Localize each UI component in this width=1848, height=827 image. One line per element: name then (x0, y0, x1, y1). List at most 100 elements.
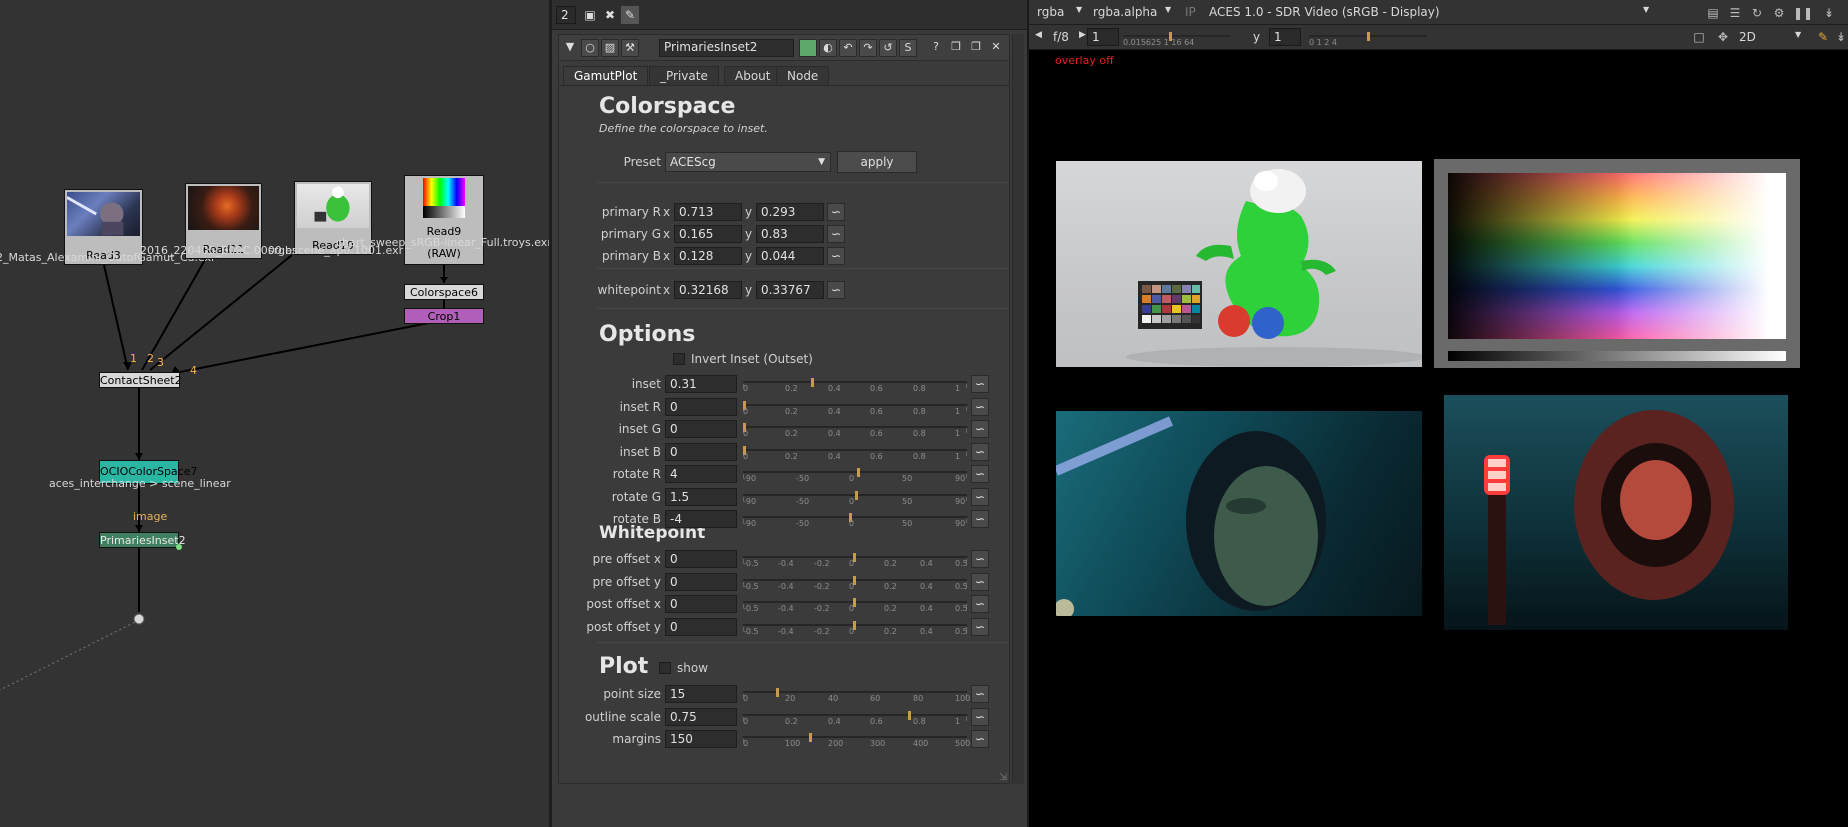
param-slider[interactable]: 0 100 200 300 400 500 (743, 730, 970, 748)
animation-curve-icon[interactable]: ∽ (827, 247, 845, 265)
node-graph[interactable]: Read3 2_Matas_Alexamini_OutofGamut_Ca.ex… (0, 0, 549, 827)
float-icon[interactable]: ❒ (947, 39, 965, 57)
next-fstop-icon[interactable]: ▶ (1079, 30, 1086, 40)
region-icon[interactable]: □ (1691, 29, 1707, 45)
gamma-field[interactable]: 1 (1269, 28, 1301, 46)
animation-curve-icon[interactable]: ∽ (827, 203, 845, 221)
param-slider[interactable]: -90 -50 0 50 90 (743, 510, 967, 528)
param-slider[interactable]: 0 0.2 0.4 0.6 0.8 1 (743, 398, 967, 416)
maximize-icon[interactable]: ❐ (967, 39, 985, 57)
pencil-icon[interactable]: ✎ (621, 6, 639, 24)
param-value-field[interactable]: 0 (665, 420, 737, 438)
whitepoint-x-field[interactable]: 0.32168 (674, 281, 742, 299)
list-icon[interactable]: ☰ (1727, 5, 1743, 21)
primaries-inset-node[interactable]: PrimariesInset2 (99, 532, 186, 548)
param-value-field[interactable]: 0 (665, 595, 737, 613)
param-value-field[interactable]: 0.75 (665, 707, 737, 726)
expand-icon[interactable]: ↡ (1821, 5, 1837, 21)
slider-handle[interactable] (811, 378, 814, 387)
color-icon[interactable]: ◐ (819, 39, 837, 57)
read-node-read9[interactable]: Read9 (RAW) (404, 175, 484, 265)
primary-y-field[interactable]: 0.044 (756, 247, 824, 265)
param-slider[interactable]: 0 0.2 0.4 0.6 0.8 1 (743, 420, 967, 438)
settings-icon[interactable]: ⚙ (1771, 5, 1787, 21)
gain-slider[interactable]: 0.015625 1 16 64 (1123, 29, 1231, 47)
view-mode-dropdown[interactable]: 2D (1739, 30, 1756, 44)
prev-fstop-icon[interactable]: ◀ (1035, 30, 1042, 40)
animation-curve-icon[interactable]: ∽ (971, 375, 989, 393)
input-process-toggle[interactable]: IP (1185, 5, 1196, 19)
show-plot-checkbox[interactable] (659, 662, 671, 674)
node-color-icon[interactable] (799, 39, 817, 57)
animation-curve-icon[interactable]: ∽ (971, 465, 989, 483)
primary-x-field[interactable]: 0.128 (674, 247, 742, 265)
refresh-icon[interactable]: ↻ (1749, 5, 1765, 21)
alpha-channel-dropdown[interactable]: rgba.alpha (1093, 5, 1157, 19)
invert-inset-checkbox[interactable] (673, 353, 685, 365)
crop-node[interactable]: Crop1 (404, 308, 484, 324)
param-slider[interactable]: -90 -50 0 50 90 (743, 465, 967, 483)
slider-handle[interactable] (776, 688, 779, 697)
tab-gamutplot[interactable]: GamutPlot (563, 66, 649, 86)
animation-curve-icon[interactable]: ∽ (971, 397, 989, 416)
node-name-input[interactable]: PrimariesInset2 (659, 39, 794, 57)
primary-y-field[interactable]: 0.293 (756, 203, 824, 221)
channels-dropdown[interactable]: rgba (1037, 5, 1064, 19)
param-value-field[interactable]: 4 (665, 465, 737, 483)
param-slider[interactable]: 0 0.2 0.4 0.6 0.8 1 (743, 443, 967, 461)
help-icon[interactable]: ? (927, 39, 945, 57)
whitepoint-y-field[interactable]: 0.33767 (756, 281, 824, 299)
collapse-icon[interactable]: ▼ (561, 39, 579, 57)
tab-private[interactable]: _Private (649, 66, 719, 86)
tab-node[interactable]: Node (776, 66, 830, 86)
revert-icon[interactable]: ↺ (879, 39, 897, 57)
primary-x-field[interactable]: 0.165 (674, 225, 742, 243)
apply-button[interactable]: apply (837, 151, 917, 173)
gain-field[interactable]: 1 (1087, 28, 1119, 46)
clear-panels-icon[interactable]: ✖ (601, 6, 619, 24)
colorspace-node[interactable]: Colorspace6 (404, 284, 484, 300)
redo-icon[interactable]: ↷ (859, 39, 877, 57)
param-value-field[interactable]: 0.31 (665, 375, 737, 393)
animation-curve-icon[interactable]: ∽ (827, 225, 845, 243)
panel-scrollbar[interactable] (1012, 34, 1024, 784)
primary-x-field[interactable]: 0.713 (674, 203, 742, 221)
animation-curve-icon[interactable]: ∽ (971, 730, 989, 748)
slider-handle[interactable] (908, 710, 911, 720)
param-slider[interactable]: 0 0.2 0.4 0.6 0.8 1 (743, 375, 967, 393)
param-slider[interactable]: -0.5 -0.4 -0.2 0 0.2 0.4 0.5 (743, 595, 968, 613)
param-value-field[interactable]: 0 (665, 442, 737, 461)
animation-curve-icon[interactable]: ∽ (971, 685, 989, 703)
param-value-field[interactable]: 0 (665, 572, 737, 591)
tab-about[interactable]: About (724, 66, 782, 86)
param-value-field[interactable]: 15 (665, 685, 737, 703)
animation-curve-icon[interactable]: ∽ (971, 420, 989, 438)
animation-curve-icon[interactable]: ∽ (971, 572, 989, 591)
param-value-field[interactable]: 1.5 (665, 487, 737, 506)
script-icon[interactable]: S (899, 39, 917, 57)
animation-curve-icon[interactable]: ∽ (971, 550, 989, 568)
resize-grip-icon[interactable]: ⇲ (999, 773, 1009, 783)
animation-curve-icon[interactable]: ∽ (971, 707, 989, 726)
paint-icon[interactable]: ✎ (1815, 29, 1831, 45)
param-slider[interactable]: -0.5 -0.4 -0.2 0 0.2 0.4 0.5 (743, 550, 968, 568)
slider-handle[interactable] (809, 733, 812, 742)
param-slider[interactable]: 0 0.2 0.4 0.6 0.8 1 (743, 708, 967, 726)
animation-curve-icon[interactable]: ∽ (971, 510, 989, 528)
close-icon[interactable]: ✕ (987, 39, 1005, 57)
expand-icon[interactable]: ↡ (1833, 29, 1848, 45)
animation-curve-icon[interactable]: ∽ (971, 442, 989, 461)
param-slider[interactable]: -90 -50 0 50 90 (743, 488, 967, 506)
animation-curve-icon[interactable]: ∽ (971, 595, 989, 613)
gamma-slider[interactable]: 0 1 2 4 (1309, 29, 1427, 47)
animation-curve-icon[interactable]: ∽ (971, 487, 989, 506)
contactsheet-node[interactable]: ContactSheet2 (99, 372, 182, 388)
slider-handle[interactable] (1367, 32, 1370, 41)
param-slider[interactable]: -0.5 -0.4 -0.2 0 0.2 0.4 0.5 (743, 573, 968, 591)
param-value-field[interactable]: 0 (665, 617, 737, 636)
lock-icon[interactable]: ▣ (581, 6, 599, 24)
param-slider[interactable]: -0.5 -0.4 -0.2 0 0.2 0.4 0.5 (743, 618, 968, 636)
roi-icon[interactable]: ▤ (1705, 5, 1721, 21)
animation-curve-icon[interactable]: ∽ (827, 281, 845, 299)
transform-icon[interactable]: ✥ (1715, 29, 1731, 45)
